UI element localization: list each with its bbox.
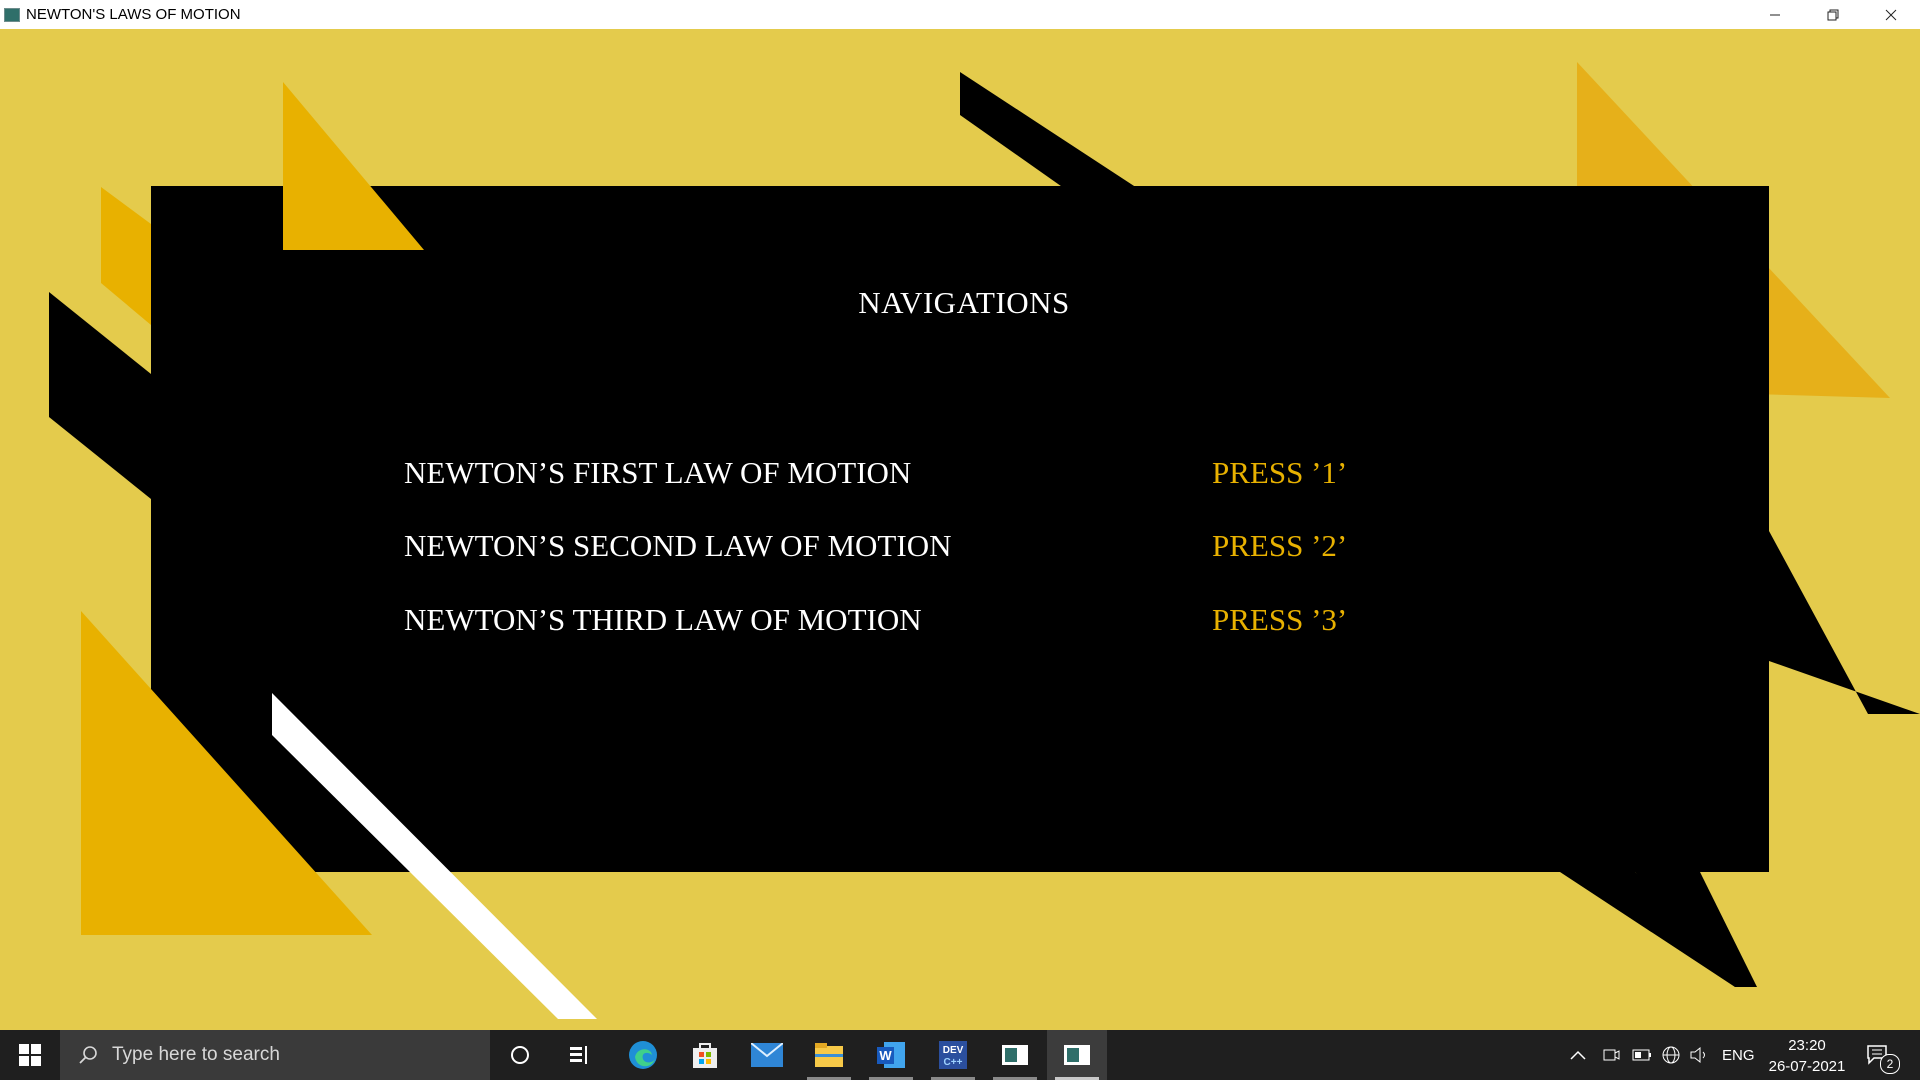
decor-stripe-white — [272, 693, 597, 1019]
menu-item-label: NEWTON’S FIRST LAW OF MOTION — [404, 455, 912, 490]
svg-text:DEV: DEV — [943, 1045, 964, 1056]
search-icon — [79, 1046, 97, 1064]
speaker-icon — [1690, 1046, 1705, 1064]
menu-item-label: NEWTON’S SECOND LAW OF MOTION — [404, 528, 952, 563]
network-button[interactable] — [1661, 1030, 1681, 1080]
language-indicator[interactable]: ENG — [1722, 1030, 1755, 1080]
menu-item-key-hint: PRESS ’1’ — [1212, 455, 1348, 490]
mail-button[interactable] — [737, 1030, 797, 1080]
notifications-button[interactable]: 2 — [1866, 1030, 1900, 1080]
taskbar: Type here to search W DEV C++ ENG 23:20 … — [0, 1030, 1920, 1080]
devcpp-button[interactable]: DEV C++ — [923, 1030, 983, 1080]
menu-item-second-law: NEWTON’S SECOND LAW OF MOTION PRESS ’2’ — [404, 528, 1704, 568]
word-icon: W — [877, 1042, 905, 1068]
minimize-button[interactable] — [1746, 0, 1804, 29]
search-placeholder: Type here to search — [112, 1044, 280, 1065]
app-window-button[interactable] — [985, 1030, 1045, 1080]
app-window-active-icon — [1064, 1045, 1090, 1065]
navigations-heading: NAVIGATIONS — [858, 285, 1070, 320]
task-view-button[interactable] — [550, 1030, 610, 1080]
app-icon — [4, 7, 20, 22]
battery-button[interactable] — [1632, 1030, 1652, 1080]
task-view-icon — [570, 1046, 587, 1064]
store-button[interactable] — [675, 1030, 735, 1080]
meet-now-button[interactable] — [1602, 1030, 1620, 1080]
clock-date: 26-07-2021 — [1768, 1058, 1846, 1075]
clock-time: 23:20 — [1788, 1037, 1826, 1054]
restore-icon — [1827, 9, 1839, 20]
battery-icon — [1632, 1049, 1651, 1061]
volume-button[interactable] — [1689, 1030, 1709, 1080]
decor-triangle-top-left — [283, 82, 424, 250]
restore-button[interactable] — [1804, 0, 1862, 29]
menu-item-key-hint: PRESS ’2’ — [1212, 528, 1348, 563]
devcpp-icon: DEV C++ — [939, 1041, 967, 1069]
start-button[interactable] — [0, 1030, 60, 1080]
notification-count: 2 — [1880, 1054, 1900, 1074]
close-icon — [1885, 9, 1897, 20]
file-explorer-button[interactable] — [799, 1030, 859, 1080]
mail-icon — [751, 1043, 783, 1067]
store-icon — [693, 1043, 717, 1068]
svg-text:W: W — [879, 1048, 892, 1063]
app-window-active-button[interactable] — [1047, 1030, 1107, 1080]
menu-item-label: NEWTON’S THIRD LAW OF MOTION — [404, 602, 922, 637]
taskbar-search-box[interactable]: Type here to search — [60, 1030, 490, 1080]
file-explorer-icon — [815, 1043, 843, 1067]
menu-item-key-hint: PRESS ’3’ — [1212, 602, 1348, 637]
minimize-icon — [1770, 14, 1780, 15]
window-title: NEWTON'S LAWS OF MOTION — [26, 6, 241, 23]
chevron-up-icon — [1570, 1050, 1586, 1060]
svg-text:C++: C++ — [944, 1057, 963, 1068]
edge-icon — [629, 1041, 657, 1069]
decor-stripe-bottom-right-front — [1635, 872, 1757, 987]
word-button[interactable]: W — [861, 1030, 921, 1080]
clock[interactable]: 23:20 26-07-2021 — [1762, 1035, 1852, 1077]
windows-logo-icon — [19, 1044, 41, 1066]
title-bar: NEWTON'S LAWS OF MOTION — [0, 0, 1920, 29]
close-button[interactable] — [1862, 0, 1920, 29]
language-label: ENG — [1722, 1046, 1755, 1064]
menu-item-first-law: NEWTON’S FIRST LAW OF MOTION PRESS ’1’ — [404, 455, 1704, 495]
meet-now-icon — [1603, 1049, 1620, 1061]
app-window-icon — [1002, 1045, 1028, 1065]
cortana-button[interactable] — [490, 1030, 550, 1080]
edge-button[interactable] — [613, 1030, 673, 1080]
globe-icon — [1662, 1046, 1680, 1064]
menu-item-third-law: NEWTON’S THIRD LAW OF MOTION PRESS ’3’ — [404, 602, 1704, 642]
show-hidden-icons-button[interactable] — [1570, 1030, 1586, 1080]
cortana-icon — [511, 1046, 529, 1064]
